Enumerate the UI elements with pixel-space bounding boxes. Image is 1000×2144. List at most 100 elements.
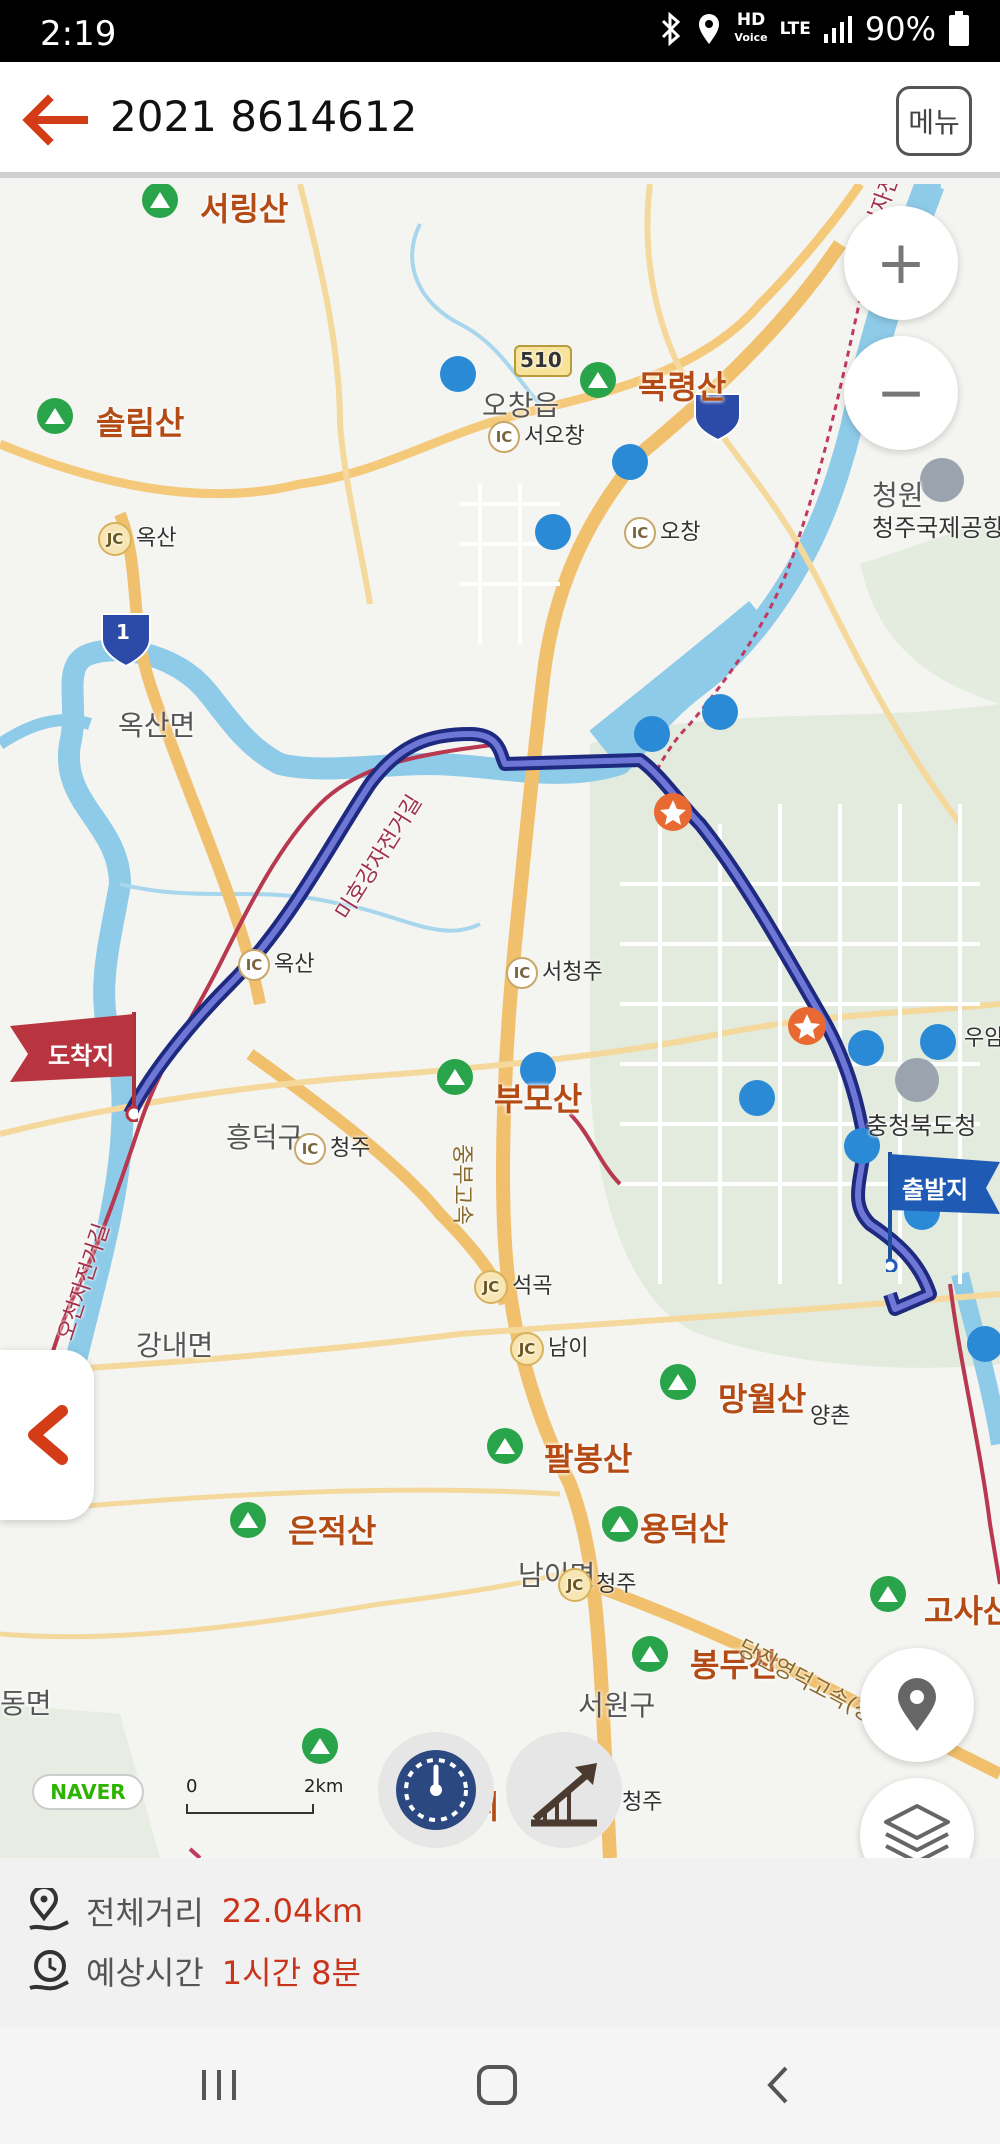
recent-apps-button[interactable] <box>196 2062 242 2112</box>
status-icons: HD Voice LTE 90% <box>658 10 970 48</box>
seoochang-text: 서오창 <box>524 424 585 449</box>
plus-icon: + <box>875 228 927 298</box>
map-label-gangnae: 강내면 <box>136 1329 214 1362</box>
distance-label: 전체거리 <box>86 1894 204 1932</box>
destination-flag-label: 도착지 <box>48 1042 115 1070</box>
cheongju-ic-text: 청주 <box>330 1136 371 1161</box>
oksan-ic-text: 옥산 <box>274 952 315 977</box>
menu-button[interactable]: 메뉴 <box>896 86 972 156</box>
map-label-heungdeokgu: 흥덕구 <box>226 1121 304 1154</box>
elevation-icon <box>531 1763 597 1827</box>
battery-icon <box>948 11 970 47</box>
map-label-seokgok-jc: JC 석곡 <box>474 1268 552 1304</box>
my-location-button[interactable] <box>860 1648 974 1762</box>
battery-percent: 90% <box>864 10 936 48</box>
time-value: 1시간 8분 <box>221 1954 361 1992</box>
app-header: 2021 8614612 메뉴 <box>0 62 1000 178</box>
time-pin-icon <box>29 1950 69 1991</box>
route-info-panel: 전체거리 22.04km 예상시간 1시간 8분 <box>0 1858 1000 2028</box>
map-label-eunjeoksan: 은적산 <box>288 1512 377 1550</box>
distance-pin-icon <box>29 1888 69 1931</box>
ic-badge: IC <box>624 517 656 549</box>
minus-icon: − <box>875 358 927 428</box>
voice-label: Voice <box>734 31 768 44</box>
system-back-button[interactable] <box>756 2062 802 2112</box>
jc-badge: JC <box>98 522 132 556</box>
map-label-bumosan: 부모산 <box>494 1080 583 1118</box>
system-nav-bar <box>0 2028 1000 2144</box>
jc-badge: JC <box>474 1270 508 1304</box>
scale-zero: 0 <box>186 1776 198 1797</box>
back-button[interactable] <box>18 90 90 150</box>
map-label-oksan-ic: IC 옥산 <box>238 946 314 981</box>
map-label-gosasan: 고사산 <box>924 1592 1000 1630</box>
nami-text: 남이 <box>548 1336 589 1361</box>
destination-flag[interactable]: 도착지 <box>8 1012 143 1126</box>
time-label: 예상시간 <box>86 1954 204 1992</box>
home-button[interactable] <box>474 2062 520 2112</box>
page-title: 2021 8614612 <box>110 92 418 141</box>
scale-distance: 2km <box>304 1776 344 1797</box>
arrow-left-icon <box>22 94 88 146</box>
map-label-cheongju-bottom: 청주 <box>622 1790 663 1815</box>
recent-apps-icon <box>202 2070 236 2100</box>
ic-badge: IC <box>294 1133 326 1165</box>
start-flag-label: 출발지 <box>902 1176 969 1204</box>
side-panel-toggle[interactable] <box>0 1350 94 1520</box>
map-label-airport: 청주국제공항 <box>872 514 1000 542</box>
map-label-palbongsan: 팔봉산 <box>544 1440 633 1478</box>
seocheongju-text: 서청주 <box>542 960 603 985</box>
seokgok-text: 석곡 <box>512 1274 553 1299</box>
map-label-seoochang-ic: IC 서오창 <box>488 418 585 453</box>
ic-badge: IC <box>488 421 520 453</box>
status-bar: 2:19 HD Voice LTE 90% <box>0 0 1000 62</box>
map-view[interactable]: 서링산 솔림산 목령산 오창읍 IC 서오창 IC 오창 JC 옥산 옥산면 IC 옥산… <box>0 184 1000 1858</box>
chevron-left-icon <box>767 2066 788 2104</box>
map-label-nami-jc: JC 남이 <box>510 1330 588 1366</box>
map-label-jungbu-exp: 중부고속 <box>449 1144 474 1225</box>
map-label-chungbuk: 충청북도청 <box>866 1112 977 1140</box>
map-label-road-510: 510 <box>520 348 562 372</box>
hd-voice-icon: HD Voice <box>734 12 767 46</box>
home-icon <box>477 2065 517 2105</box>
map-label-seocheongju-ic: IC 서청주 <box>506 954 603 989</box>
zoom-out-button[interactable]: − <box>844 336 958 450</box>
map-label-dongmyeon: 동면 <box>0 1687 52 1720</box>
map-label-mokryeongsan: 목령산 <box>638 368 727 406</box>
hd-label: HD <box>736 10 766 30</box>
map-label-oksan-myeon: 옥산면 <box>118 709 196 742</box>
zoom-in-button[interactable]: + <box>844 206 958 320</box>
map-label-seoringsan: 서링산 <box>200 190 289 228</box>
map-label-mangwolsan: 망월산 <box>718 1380 807 1418</box>
map-label-seowongu: 서원구 <box>578 1689 656 1722</box>
location-icon <box>696 12 722 46</box>
map-label-oksan-jc: JC 옥산 <box>98 520 176 556</box>
elevation-button[interactable] <box>506 1732 622 1848</box>
map-label-ochang-ic: IC 오창 <box>624 514 700 549</box>
distance-row: 전체거리 22.04km <box>26 1888 363 1934</box>
map-label-yangchon: 양촌 <box>810 1404 851 1429</box>
ochang-text: 오창 <box>660 520 701 545</box>
time-row: 예상시간 1시간 8분 <box>26 1948 361 1994</box>
scale-bar <box>186 1804 314 1814</box>
layers-icon <box>884 1804 950 1858</box>
map-label-sollimsan: 솔림산 <box>96 404 185 442</box>
map-label-cheongju-jc: JC 청주 <box>558 1566 636 1602</box>
jc-badge: JC <box>558 1568 592 1602</box>
signal-icon <box>823 14 853 44</box>
ic-badge: IC <box>506 957 538 989</box>
map-pin-icon <box>898 1678 936 1731</box>
map-label-uam: 우암 <box>964 1026 1000 1051</box>
oksan-jc-text: 옥산 <box>136 526 177 551</box>
lte-icon: LTE <box>779 19 811 39</box>
start-flag[interactable]: 출발지 <box>882 1152 1000 1276</box>
bluetooth-icon <box>658 12 684 46</box>
status-time: 2:19 <box>40 14 117 54</box>
speedometer-icon <box>396 1750 476 1830</box>
speedometer-button[interactable] <box>378 1732 494 1848</box>
map-label-yongdeoksan: 용덕산 <box>640 1510 729 1548</box>
map-label-route-1: 1 <box>116 620 130 644</box>
naver-logo: NAVER <box>32 1774 144 1810</box>
distance-value: 22.04km <box>221 1892 364 1930</box>
cheongju-jc-text: 청주 <box>596 1572 637 1597</box>
